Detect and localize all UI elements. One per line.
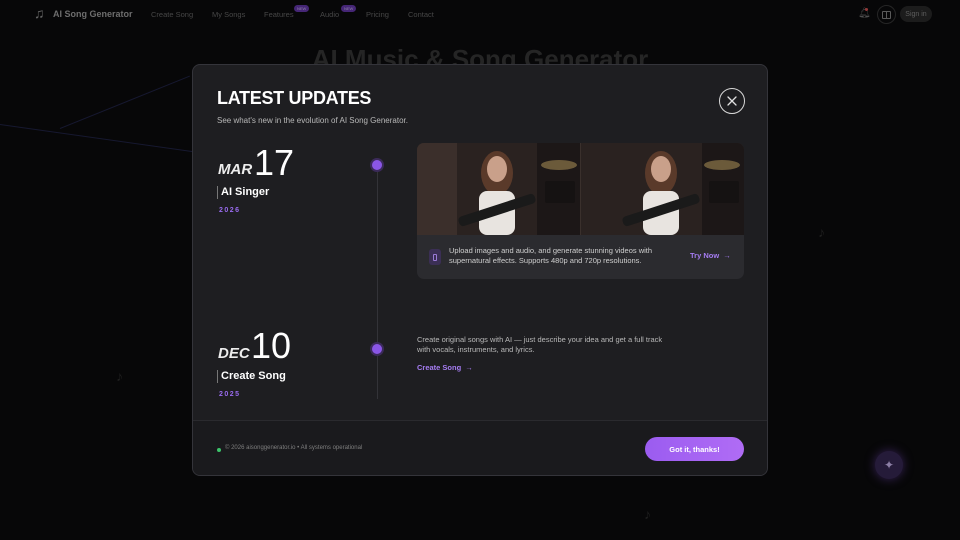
try-now-label: Try Now (690, 251, 720, 260)
entry-month: DEC (218, 345, 250, 362)
status-text: © 2026 aisonggenerator.io • All systems … (225, 445, 363, 451)
video-icon (429, 249, 441, 265)
entry-name: AI Singer (217, 186, 269, 199)
modal-subtitle: See what's new in the evolution of AI So… (217, 116, 408, 125)
status-indicator (217, 448, 221, 452)
create-song-label: Create Song (417, 363, 462, 372)
video-preview-image[interactable] (417, 143, 744, 235)
timeline-dot (372, 344, 382, 354)
updates-modal: LATEST UPDATES See what's new in the evo… (192, 64, 768, 476)
entry-description: Create original songs with AI — just des… (417, 335, 663, 354)
entry-description: Upload images and audio, and generate st… (449, 246, 653, 265)
create-song-link[interactable]: Create Song → (417, 363, 473, 372)
modal-title: LATEST UPDATES (217, 88, 372, 108)
entry-month: MAR (218, 161, 253, 178)
timeline-line (377, 163, 378, 399)
arrow-right-icon: → (723, 251, 731, 260)
try-now-link[interactable]: Try Now → (690, 251, 731, 260)
got-it-button[interactable]: Got it, thanks! (645, 437, 744, 461)
modal-footer: © 2026 aisonggenerator.io • All systems … (193, 420, 767, 475)
entry-name: Create Song (217, 370, 286, 383)
entry-year: 2026 (219, 207, 241, 214)
update-card: Upload images and audio, and generate st… (417, 143, 744, 279)
entry-year: 2025 (219, 391, 241, 398)
close-button[interactable] (719, 88, 745, 114)
timeline-dot (372, 160, 382, 170)
entry-day: 17 (254, 142, 295, 183)
entry-day: 10 (251, 325, 292, 366)
close-icon (727, 96, 737, 106)
arrow-right-icon: → (465, 363, 473, 372)
